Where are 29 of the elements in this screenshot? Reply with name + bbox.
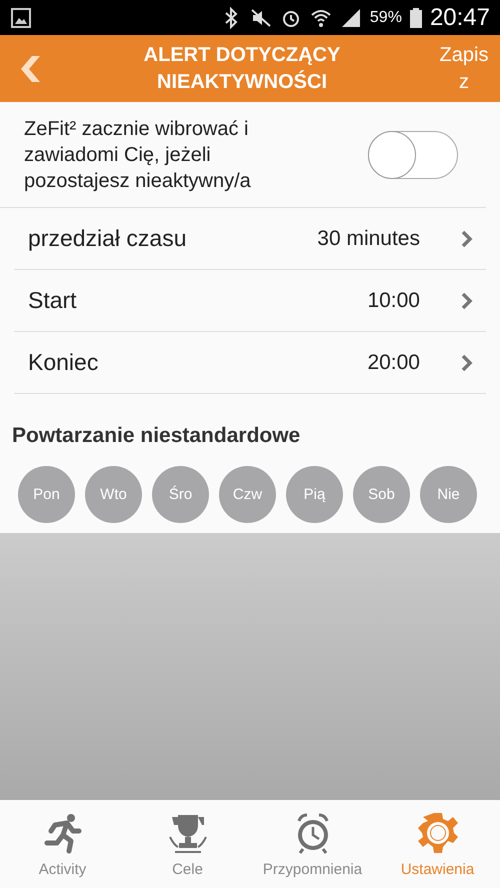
chevron-right-icon <box>460 230 474 248</box>
section-heading: Powtarzanie niestandardowe <box>12 424 302 448</box>
save-button[interactable]: Zapisz <box>436 42 492 96</box>
gallery-icon <box>10 6 32 28</box>
day-toggle[interactable]: Pią <box>286 466 343 523</box>
screen-title: ALERT DOTYCZĄCY NIEAKTYWNOŚCI <box>142 42 342 94</box>
nav-tab[interactable]: Przypomnienia <box>250 800 375 888</box>
alert-description: ZeFit² zacznie wibrować i zawiadomi Cię, jeżeli pozostajesz nieaktywny/a <box>24 116 252 194</box>
setting-row[interactable]: Start 10:00 <box>14 270 486 332</box>
gear-icon <box>416 810 460 854</box>
day-toggle[interactable]: Sob <box>353 466 410 523</box>
nav-tab[interactable]: Activity <box>0 800 125 888</box>
signal-icon <box>340 6 362 28</box>
day-toggle[interactable]: Nie <box>420 466 477 523</box>
chevron-right-icon <box>460 292 474 310</box>
day-toggle[interactable]: Pon <box>18 466 75 523</box>
chevron-right-icon <box>460 354 474 372</box>
clock-time: 20:47 <box>430 4 490 32</box>
setting-row[interactable]: przedział czasu 30 minutes <box>14 208 486 270</box>
day-toggle[interactable]: Wto <box>85 466 142 523</box>
alert-toggle[interactable] <box>368 130 458 178</box>
battery-percent: 59% <box>370 8 402 26</box>
nav-tab[interactable]: Cele <box>125 800 250 888</box>
setting-row[interactable]: Koniec 20:00 <box>14 332 486 394</box>
day-toggle[interactable]: Czw <box>219 466 276 523</box>
battery-icon <box>410 8 422 28</box>
nav-tab[interactable]: Ustawienia <box>375 800 500 888</box>
mute-icon <box>250 6 272 28</box>
day-toggle[interactable]: Śro <box>152 466 209 523</box>
